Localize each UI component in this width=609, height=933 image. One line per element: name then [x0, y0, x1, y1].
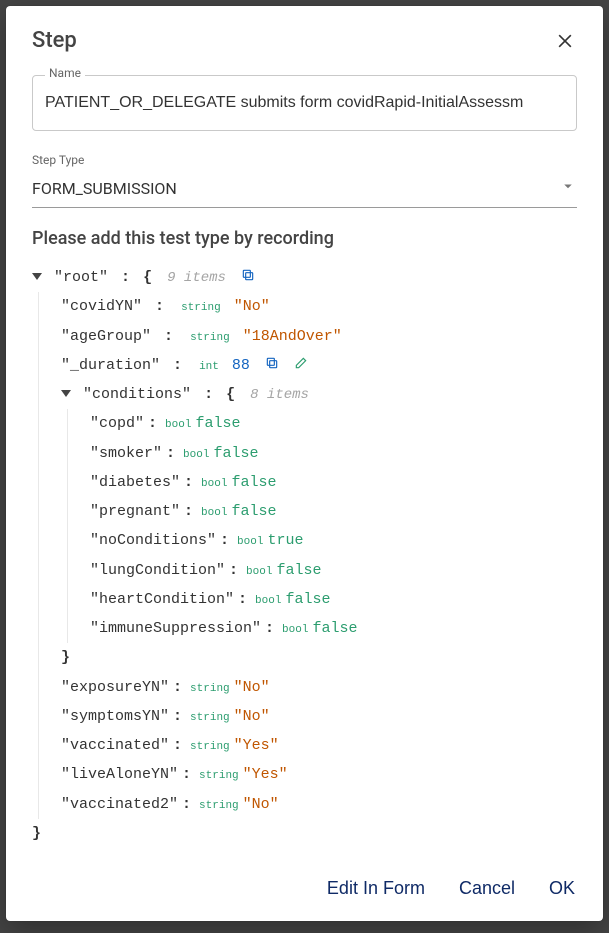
json-root-node[interactable]: "root" : { 9 items [32, 263, 577, 292]
caret-down-icon[interactable] [32, 273, 42, 280]
json-field[interactable]: "noConditions":booltrue [90, 526, 577, 555]
step-type-label: Step Type [32, 153, 577, 167]
json-close-brace: } [61, 643, 577, 672]
name-field-label: Name [45, 66, 85, 80]
chevron-down-icon [559, 177, 577, 199]
edit-icon[interactable] [294, 352, 308, 366]
json-close-brace: } [32, 819, 577, 848]
cancel-button[interactable]: Cancel [457, 874, 517, 903]
json-field[interactable]: "pregnant":boolfalse [90, 497, 577, 526]
json-field[interactable]: "_duration" : int 88 [61, 351, 577, 380]
json-field[interactable]: "smoker":boolfalse [90, 439, 577, 468]
dialog-title: Step [32, 28, 77, 53]
dialog-header: Step [32, 28, 577, 53]
json-field[interactable]: "ageGroup" : string "18AndOver" [61, 322, 577, 351]
copy-icon[interactable] [265, 352, 279, 366]
json-field[interactable]: "covidYN" : string "No" [61, 292, 577, 321]
json-field[interactable]: "copd":boolfalse [90, 409, 577, 438]
json-field[interactable]: "vaccinated2":string"No" [61, 790, 577, 819]
json-field[interactable]: "heartCondition":boolfalse [90, 585, 577, 614]
copy-icon[interactable] [241, 264, 255, 278]
json-field[interactable]: "diabetes":boolfalse [90, 468, 577, 497]
name-input[interactable] [33, 76, 576, 130]
json-field[interactable]: "lungCondition":boolfalse [90, 556, 577, 585]
json-field[interactable]: "vaccinated":string"Yes" [61, 731, 577, 760]
step-type-value: FORM_SUBMISSION [32, 179, 177, 198]
json-conditions-node[interactable]: "conditions" : { 8 items [61, 380, 577, 409]
close-icon[interactable] [553, 29, 577, 53]
ok-button[interactable]: OK [547, 874, 577, 903]
instruction-text: Please add this test type by recording [32, 228, 577, 249]
edit-in-form-button[interactable]: Edit In Form [325, 874, 427, 903]
json-tree: "root" : { 9 items "covidYN" : string "N… [32, 263, 577, 860]
json-field[interactable]: "liveAloneYN":string"Yes" [61, 760, 577, 789]
name-field-wrapper: Name [32, 75, 577, 131]
step-dialog: Step Name Step Type FORM_SUBMISSION Plea… [6, 6, 603, 921]
json-field[interactable]: "exposureYN":string"No" [61, 673, 577, 702]
json-field[interactable]: "immuneSuppression":boolfalse [90, 614, 577, 643]
caret-down-icon[interactable] [61, 390, 71, 397]
json-field[interactable]: "symptomsYN":string"No" [61, 702, 577, 731]
dialog-footer: Edit In Form Cancel OK [32, 860, 577, 903]
step-type-select[interactable]: FORM_SUBMISSION [32, 171, 577, 208]
step-type-wrapper: Step Type FORM_SUBMISSION [32, 153, 577, 208]
